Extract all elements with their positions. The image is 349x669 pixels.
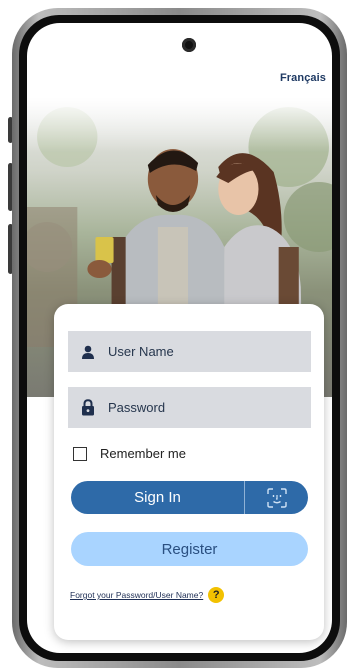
lock-icon: [78, 398, 98, 418]
help-icon[interactable]: ?: [208, 587, 225, 603]
password-field[interactable]: Password: [68, 387, 311, 428]
face-id-icon: [266, 487, 287, 508]
password-placeholder: Password: [108, 400, 166, 415]
phone-bezel: Français User Name Password Remember me …: [19, 15, 340, 661]
sign-in-button[interactable]: Sign In: [71, 481, 244, 514]
forgot-credentials-link[interactable]: Forgot your Password/User Name?: [70, 590, 203, 600]
remember-me-label[interactable]: Remember me: [100, 446, 186, 461]
language-toggle-link[interactable]: Français: [280, 72, 326, 84]
username-field[interactable]: User Name: [68, 331, 311, 372]
register-button[interactable]: Register: [71, 532, 308, 566]
front-camera: [182, 38, 196, 52]
forgot-credentials-row: Forgot your Password/User Name? ?: [70, 587, 225, 603]
sign-in-group: Sign In: [71, 481, 308, 514]
remember-me-checkbox[interactable]: [73, 446, 87, 461]
username-placeholder: User Name: [108, 344, 174, 359]
remember-me-row: Remember me: [73, 446, 186, 461]
person-icon: [78, 342, 98, 362]
hero-fade-overlay: [27, 97, 332, 152]
face-id-button[interactable]: [244, 481, 308, 514]
login-card: User Name Password Remember me Sign In R…: [54, 304, 324, 640]
phone-screen: Français User Name Password Remember me …: [27, 23, 332, 653]
phone-frame: Français User Name Password Remember me …: [12, 8, 347, 668]
